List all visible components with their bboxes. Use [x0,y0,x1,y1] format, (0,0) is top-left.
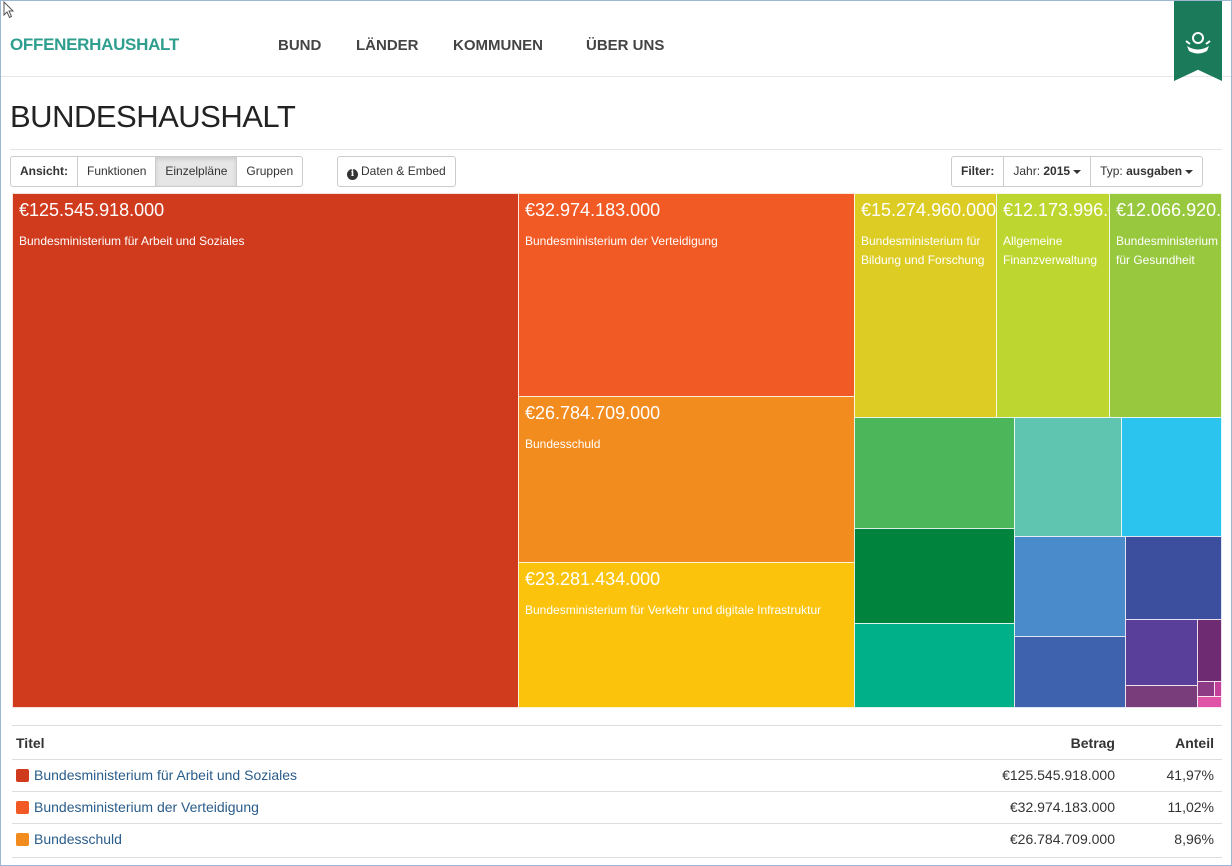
row-title-label: Bundesschuld [34,831,122,847]
treemap-cell-unlabeled[interactable] [1197,619,1222,682]
okfn-ribbon[interactable] [1174,1,1222,81]
brand-logo-link[interactable]: OFFENERHAUSHALT [10,35,179,55]
year-label: Jahr: [1013,164,1041,178]
cell-name: Bundesschuld [525,437,601,451]
page-title: BUNDESHAUSHALT [10,99,296,134]
treemap-cell[interactable]: €23.281.434.000 Bundesministerium für Ve… [518,562,855,708]
row-amount: €32.974.183.000 [1009,799,1115,815]
view-einzelplaene-button[interactable]: Einzelpläne [155,156,238,187]
nav-item-bund[interactable]: BUND [278,37,321,54]
row-title-label: Bundesministerium für Arbeit und Soziale… [34,767,298,783]
cell-amount: €15.274.960.000 [861,200,997,220]
treemap-cell[interactable]: €32.974.183.000 Bundesministerium der Ve… [518,193,855,397]
treemap-cell[interactable]: €15.274.960.000 Bundesministerium für Bi… [854,193,997,418]
treemap-cell[interactable]: €125.545.918.000 Bundesministerium für A… [12,193,519,708]
table-divider [12,759,1222,760]
table-header-share[interactable]: Anteil [1175,735,1214,751]
table-header-amount[interactable]: Betrag [1071,735,1115,751]
table-divider [12,823,1222,824]
row-share: 41,97% [1166,767,1214,783]
table-divider [12,857,1222,858]
view-funktionen-button[interactable]: Funktionen [77,156,157,187]
treemap-cell-unlabeled[interactable] [1214,681,1222,697]
navbar: OFFENERHAUSHALT BUND LÄNDER KOMMUNEN ÜBE… [1,11,1231,77]
cell-amount: €23.281.434.000 [525,569,661,589]
table-divider [12,725,1222,726]
view-button-group: Ansicht: Funktionen Einzelpläne Gruppen [10,156,304,187]
filter-button-group: Filter: Jahr: 2015 Typ: ausgaben [951,156,1204,187]
treemap-cell-unlabeled[interactable] [1014,417,1122,537]
nav-item-kommunen[interactable]: KOMMUNEN [453,37,543,54]
treemap-cell[interactable]: €26.784.709.000 Bundesschuld [518,396,855,563]
type-value: ausgaben [1126,164,1183,178]
treemap-cell-unlabeled[interactable] [1125,685,1198,708]
row-title-link[interactable]: Bundesministerium der Verteidigung [16,799,259,815]
cell-name: Bundesministerium der Verteidigung [525,234,718,248]
treemap-cell-unlabeled[interactable] [1014,536,1126,637]
color-swatch [16,800,29,814]
toolbar-divider [10,149,1222,150]
row-title-link[interactable]: Bundesministerium für Arbeit und Soziale… [16,767,297,783]
treemap-cell-unlabeled[interactable] [1125,536,1222,620]
treemap-cell-unlabeled[interactable] [1197,696,1222,708]
treemap-cell-unlabeled[interactable] [1014,636,1126,708]
okfn-logo-icon [1185,32,1211,54]
year-value: 2015 [1043,164,1071,178]
data-embed-group: i Daten & Embed [337,156,456,187]
cell-amount: €12.173.996.000 [1003,200,1109,220]
treemap-cell-unlabeled[interactable] [854,623,1015,708]
type-label: Typ: [1100,164,1123,178]
data-embed-button[interactable]: i Daten & Embed [337,156,456,187]
view-label: Ansicht: [10,156,78,187]
row-amount: €26.784.709.000 [1009,831,1115,847]
treemap: €125.545.918.000 Bundesministerium für A… [12,193,1222,708]
table-divider [12,791,1222,792]
color-swatch [16,832,29,846]
filter-label: Filter: [951,156,1005,187]
row-amount: €125.545.918.000 [1002,767,1115,783]
cell-amount: €125.545.918.000 [19,200,165,220]
nav-item-ueber-uns[interactable]: ÜBER UNS [586,37,664,54]
cell-amount: €32.974.183.000 [525,200,661,220]
cell-name: Bundesministerium für Gesundheit [1116,234,1219,267]
view-gruppen-button[interactable]: Gruppen [236,156,304,187]
color-swatch [16,768,29,782]
cell-amount: €26.784.709.000 [525,403,661,423]
row-title-link[interactable]: Bundesschuld [16,831,122,847]
treemap-cell-unlabeled[interactable] [854,528,1015,624]
cell-name: Bundesministerium für Bildung und Forsch… [861,234,985,267]
treemap-cell-unlabeled[interactable] [1125,619,1198,686]
treemap-cell-unlabeled[interactable] [1197,681,1215,697]
row-title-label: Bundesministerium der Verteidigung [34,799,259,815]
treemap-cell-unlabeled[interactable] [854,417,1015,529]
nav-item-laender[interactable]: LÄNDER [356,37,419,54]
treemap-cell[interactable]: €12.173.996.000 Allgemeine Finanzverwalt… [996,193,1110,418]
row-share: 8,96% [1174,831,1214,847]
info-icon: i [347,169,358,180]
treemap-cell[interactable]: €12.066.920.000 Bundesministerium für Ge… [1109,193,1222,418]
row-share: 11,02% [1167,799,1214,815]
cell-amount: €12.066.920.000 [1116,200,1222,220]
cell-name: Bundesministerium für Verkehr und digita… [525,603,822,617]
chevron-down-icon [1185,169,1194,174]
browser-frame: OFFENERHAUSHALT BUND LÄNDER KOMMUNEN ÜBE… [0,0,1232,866]
chevron-down-icon [1073,169,1082,174]
type-dropdown[interactable]: Typ: ausgaben [1090,156,1204,187]
cell-name: Bundesministerium für Arbeit und Soziale… [19,234,245,248]
cell-name: Allgemeine Finanzverwaltung [1003,234,1098,267]
table-header-title[interactable]: Titel [16,735,45,751]
year-dropdown[interactable]: Jahr: 2015 [1003,156,1092,187]
data-embed-label: Daten & Embed [361,164,446,178]
treemap-cell-unlabeled[interactable] [1121,417,1222,537]
